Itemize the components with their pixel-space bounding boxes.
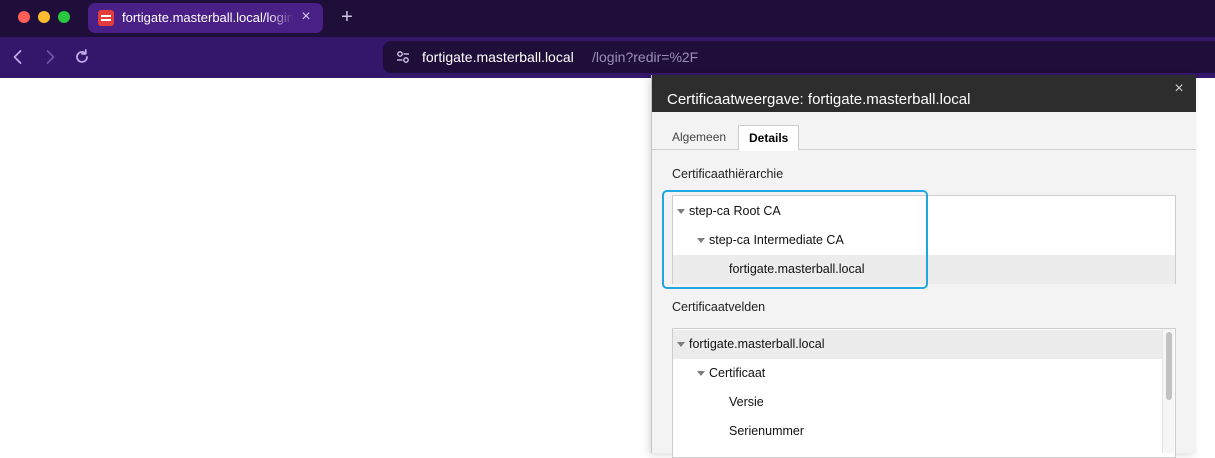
tab-title: fortigate.masterball.local/login?redir=%… [122,10,294,25]
forward-button[interactable] [40,47,60,67]
field-item-subject[interactable]: fortigate.masterball.local [673,330,1162,359]
dialog-header: Certificaatweergave: fortigate.masterbal… [652,75,1196,112]
fields-scrollbar[interactable] [1162,329,1174,453]
field-item-version[interactable]: Versie [673,388,1162,417]
chevron-left-icon [13,50,22,64]
hierarchy-heading: Certificaathiërarchie [672,167,784,181]
expand-triangle-icon[interactable] [677,342,685,347]
field-item-serial[interactable]: Serienummer [673,417,1162,446]
reload-icon [76,49,88,63]
new-tab-button[interactable]: + [337,6,357,28]
url-host: fortigate.masterball.local [422,49,574,65]
certificate-fields-tree[interactable]: fortigate.masterball.local Certificaat V… [672,328,1176,458]
tab-details[interactable]: Details [738,125,800,151]
url-path: /login?redir=%2F [592,49,699,65]
expand-triangle-icon[interactable] [697,371,705,376]
browser-titlebar: fortigate.masterball.local/login?redir=%… [0,0,1215,37]
address-bar[interactable]: fortigate.masterball.local /login?redir=… [383,41,1215,73]
scrollbar-thumb[interactable] [1166,332,1172,400]
tab-general[interactable]: Algemeen [662,125,736,150]
close-icon[interactable]: × [1171,81,1187,97]
field-label: Serienummer [729,424,805,438]
fields-heading: Certificaatvelden [672,300,766,314]
minimize-window-button[interactable] [38,11,50,23]
tab-close-icon[interactable]: × [297,8,315,26]
field-label: fortigate.masterball.local [689,337,825,351]
close-window-button[interactable] [18,11,30,23]
chevron-right-icon [46,50,55,64]
site-settings-icon[interactable] [395,49,411,65]
maximize-window-button[interactable] [58,11,70,23]
hierarchy-highlight-box [662,190,928,289]
browser-tab-active[interactable]: fortigate.masterball.local/login?redir=%… [88,3,323,33]
field-item-certificate[interactable]: Certificaat [673,359,1162,388]
dialog-title: Certificaatweergave: fortigate.masterbal… [667,91,971,108]
fortigate-favicon-icon [98,10,114,26]
browser-toolbar: fortigate.masterball.local /login?redir=… [0,37,1215,78]
dialog-tabs: Algemeen Details [652,125,1196,151]
field-label: Versie [729,395,764,409]
back-button[interactable] [8,47,28,67]
reload-button[interactable] [72,47,92,67]
field-label: Certificaat [709,366,766,380]
